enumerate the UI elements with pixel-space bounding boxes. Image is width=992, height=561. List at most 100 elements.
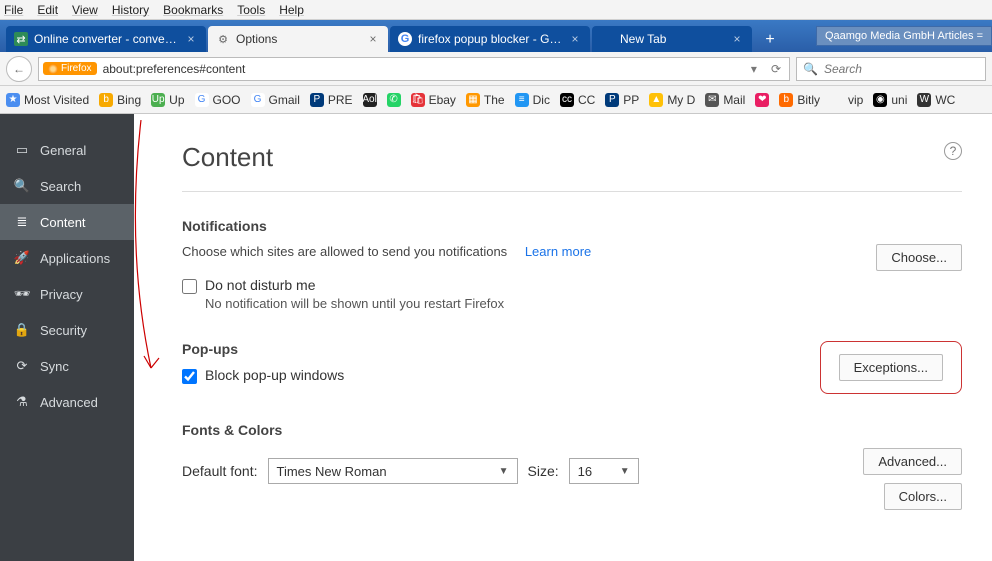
menu-bar: File Edit View History Bookmarks Tools H… xyxy=(0,0,992,20)
learn-more-link[interactable]: Learn more xyxy=(525,244,591,259)
bookmark-item[interactable]: bBitly xyxy=(779,93,820,107)
bookmark-icon: ✆ xyxy=(387,93,401,107)
sidebar-item-label: Privacy xyxy=(40,287,83,302)
bookmark-item[interactable]: ▲My D xyxy=(649,93,695,107)
tab-options[interactable]: ⚙ Options × xyxy=(208,26,388,52)
page-title: Content xyxy=(182,142,962,173)
sidebar-item-advanced[interactable]: ⚗Advanced xyxy=(0,384,134,420)
bookmark-icon: b xyxy=(99,93,113,107)
close-icon[interactable]: × xyxy=(568,32,582,46)
font-size-select[interactable]: 16▼ xyxy=(569,458,639,484)
bookmark-item[interactable]: 🛍Ebay xyxy=(411,93,456,107)
sidebar-item-label: Advanced xyxy=(40,395,98,410)
search-input[interactable] xyxy=(824,62,981,76)
default-font-label: Default font: xyxy=(182,463,258,479)
bookmark-item[interactable]: bBing xyxy=(99,93,141,107)
menu-bookmarks[interactable]: Bookmarks xyxy=(163,3,223,17)
divider xyxy=(182,191,962,192)
menu-file[interactable]: File xyxy=(4,3,23,17)
bookmark-label: Most Visited xyxy=(24,93,89,107)
sidebar-item-content[interactable]: ≣Content xyxy=(0,204,134,240)
sidebar-item-general[interactable]: ▭General xyxy=(0,132,134,168)
main-area: ▭General🔍Search≣Content🚀Applications🕶Pri… xyxy=(0,114,992,561)
url-bar[interactable]: Firefox ▾ ⟳ xyxy=(38,57,790,81)
close-icon[interactable]: × xyxy=(730,32,744,46)
bookmark-label: Mail xyxy=(723,93,745,107)
bookmark-icon: cc xyxy=(560,93,574,107)
general-icon: ▭ xyxy=(14,142,30,158)
sidebar-item-sync[interactable]: ⟳Sync xyxy=(0,348,134,384)
block-popups-label: Block pop-up windows xyxy=(205,367,344,383)
help-icon[interactable]: ? xyxy=(944,142,962,160)
bookmark-item[interactable]: vip xyxy=(830,93,863,107)
back-button[interactable]: ← xyxy=(6,56,32,82)
colors-button[interactable]: Colors... xyxy=(884,483,962,510)
bookmark-item[interactable]: ▦The xyxy=(466,93,505,107)
tab-title: Options xyxy=(236,32,360,46)
bookmark-label: PP xyxy=(623,93,639,107)
tab-online-converter[interactable]: ⇄ Online converter - convert ... × xyxy=(6,26,206,52)
choose-button[interactable]: Choose... xyxy=(876,244,962,271)
nav-toolbar: ← Firefox ▾ ⟳ 🔍 xyxy=(0,52,992,86)
menu-history[interactable]: History xyxy=(112,3,149,17)
tab-favicon xyxy=(600,32,614,46)
exceptions-button[interactable]: Exceptions... xyxy=(839,354,943,381)
tab-google-search[interactable]: G firefox popup blocker - Goo... × xyxy=(390,26,590,52)
new-tab-button[interactable]: + xyxy=(758,28,782,52)
section-heading-popups: Pop-ups xyxy=(182,341,344,357)
bookmark-item[interactable]: PPRE xyxy=(310,93,353,107)
bookmark-item[interactable]: GGmail xyxy=(251,93,300,107)
section-heading-fonts: Fonts & Colors xyxy=(182,422,962,438)
tab-new[interactable]: New Tab × xyxy=(592,26,752,52)
exceptions-highlight: Exceptions... xyxy=(820,341,962,394)
bookmark-label: Up xyxy=(169,93,184,107)
close-icon[interactable]: × xyxy=(366,32,380,46)
chevron-down-icon[interactable]: ▾ xyxy=(747,62,761,76)
bookmark-item[interactable]: GGOO xyxy=(195,93,241,107)
bookmark-icon: P xyxy=(605,93,619,107)
fonts-advanced-button[interactable]: Advanced... xyxy=(863,448,962,475)
menu-help[interactable]: Help xyxy=(279,3,304,17)
bookmark-item[interactable]: ★ Most Visited xyxy=(6,93,89,107)
bookmark-item[interactable]: ❤ xyxy=(755,93,769,107)
google-icon: G xyxy=(398,32,412,46)
bookmark-item[interactable]: ≡Dic xyxy=(515,93,550,107)
default-font-select[interactable]: Times New Roman▼ xyxy=(268,458,518,484)
search-box[interactable]: 🔍 xyxy=(796,57,986,81)
sidebar-item-search[interactable]: 🔍Search xyxy=(0,168,134,204)
bookmark-item[interactable]: WWC xyxy=(917,93,955,107)
sidebar-item-applications[interactable]: 🚀Applications xyxy=(0,240,134,276)
bookmark-item[interactable]: ✉Mail xyxy=(705,93,745,107)
bookmark-icon: P xyxy=(310,93,324,107)
bookmark-icon: Up xyxy=(151,93,165,107)
chevron-down-icon: ▼ xyxy=(620,466,630,477)
extension-banner[interactable]: Qaamgo Media GmbH Articles = xyxy=(816,26,992,46)
reload-icon[interactable]: ⟳ xyxy=(767,62,785,76)
content-icon: ≣ xyxy=(14,214,30,230)
sidebar-item-privacy[interactable]: 🕶Privacy xyxy=(0,276,134,312)
bookmark-item[interactable]: PPP xyxy=(605,93,639,107)
bookmark-item[interactable]: Up Up xyxy=(151,93,184,107)
close-icon[interactable]: × xyxy=(184,32,198,46)
sidebar-item-security[interactable]: 🔒Security xyxy=(0,312,134,348)
do-not-disturb-checkbox[interactable] xyxy=(182,279,197,294)
bookmark-label: WC xyxy=(935,93,955,107)
do-not-disturb-label: Do not disturb me xyxy=(205,277,316,293)
bookmark-item[interactable]: cc CC xyxy=(560,93,595,107)
block-popups-checkbox[interactable] xyxy=(182,369,197,384)
do-not-disturb-sub: No notification will be shown until you … xyxy=(205,296,962,311)
menu-view[interactable]: View xyxy=(72,3,98,17)
bookmark-label: CC xyxy=(578,93,595,107)
menu-tools[interactable]: Tools xyxy=(237,3,265,17)
gear-icon: ⚙ xyxy=(216,32,230,46)
bookmark-item[interactable]: ◉uni xyxy=(873,93,907,107)
bookmark-item[interactable]: Aol xyxy=(363,93,377,107)
bookmark-item[interactable]: ✆ xyxy=(387,93,401,107)
menu-edit[interactable]: Edit xyxy=(37,3,58,17)
bookmark-icon: Aol xyxy=(363,93,377,107)
url-input[interactable] xyxy=(103,62,741,76)
bookmark-icon: ▦ xyxy=(466,93,480,107)
sidebar-item-label: Applications xyxy=(40,251,110,266)
bookmark-icon: ★ xyxy=(6,93,20,107)
bookmark-icon: ◉ xyxy=(873,93,887,107)
